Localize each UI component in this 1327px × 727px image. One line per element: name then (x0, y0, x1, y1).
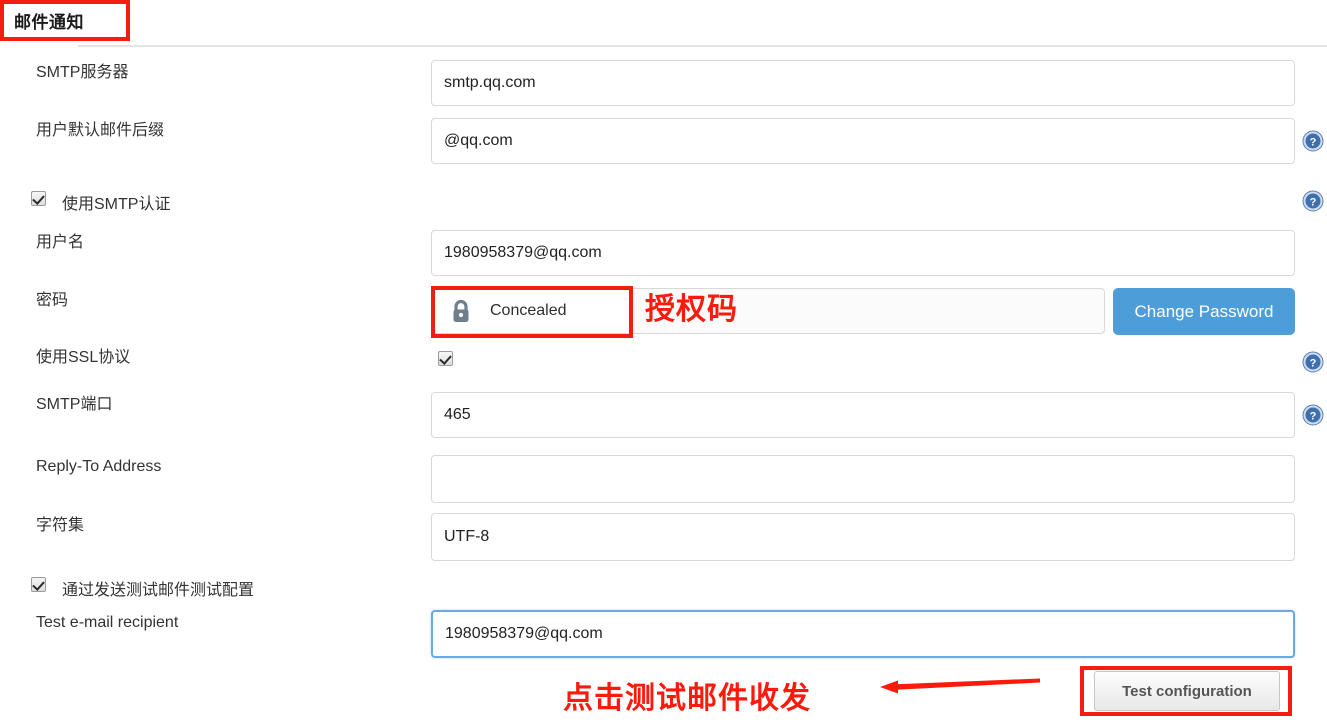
label-smtp-port: SMTP端口 (36, 396, 113, 413)
help-icon-use-smtp-auth[interactable]: ? (1302, 190, 1324, 212)
label-password: 密码 (36, 292, 69, 309)
header-divider (78, 45, 1327, 47)
password-value: Concealed (490, 302, 567, 319)
test-configuration-button[interactable]: Test configuration (1094, 671, 1280, 711)
annotation-arrow-icon (880, 676, 1040, 698)
label-charset: 字符集 (36, 517, 85, 534)
annotation-test-note: 点击测试邮件收发 (563, 682, 811, 715)
change-password-button[interactable]: Change Password (1113, 288, 1295, 335)
use-ssl-checkbox[interactable] (438, 351, 453, 366)
help-icon-mail-suffix[interactable]: ? (1302, 130, 1324, 152)
smtp-port-input[interactable] (431, 392, 1295, 438)
help-icon-smtp-port[interactable]: ? (1302, 404, 1324, 426)
label-reply-to-address: Reply-To Address (36, 458, 162, 475)
smtp-server-input[interactable] (431, 60, 1295, 106)
label-use-ssl: 使用SSL协议 (36, 349, 131, 366)
svg-text:?: ? (1310, 411, 1317, 423)
charset-input[interactable] (431, 513, 1295, 561)
username-input[interactable] (431, 230, 1295, 276)
password-field[interactable]: Concealed (431, 288, 1105, 334)
email-notification-settings-page: 邮件通知 SMTP服务器 用户默认邮件后缀 ? 使用SMTP认证 ? 用户名 密… (0, 0, 1327, 727)
svg-text:?: ? (1310, 197, 1317, 209)
label-use-smtp-auth: 使用SMTP认证 (62, 196, 171, 213)
page-title: 邮件通知 (14, 13, 84, 32)
svg-text:?: ? (1310, 137, 1317, 149)
label-username: 用户名 (36, 234, 85, 251)
test-configuration-checkbox[interactable] (31, 577, 46, 592)
label-test-recipient: Test e-mail recipient (36, 614, 179, 631)
lock-icon (448, 298, 474, 324)
label-test-configuration-check: 通过发送测试邮件测试配置 (62, 582, 255, 599)
svg-text:?: ? (1310, 358, 1317, 370)
annotation-password-note: 授权码 (645, 293, 738, 326)
help-icon-use-ssl[interactable]: ? (1302, 351, 1324, 373)
label-smtp-server: SMTP服务器 (36, 64, 129, 81)
mail-suffix-input[interactable] (431, 118, 1295, 164)
use-smtp-auth-checkbox[interactable] (31, 191, 46, 206)
password-concealed-display[interactable]: Concealed (432, 289, 636, 333)
test-recipient-input[interactable] (431, 610, 1295, 658)
reply-to-address-input[interactable] (431, 455, 1295, 503)
label-mail-suffix: 用户默认邮件后缀 (36, 122, 165, 139)
